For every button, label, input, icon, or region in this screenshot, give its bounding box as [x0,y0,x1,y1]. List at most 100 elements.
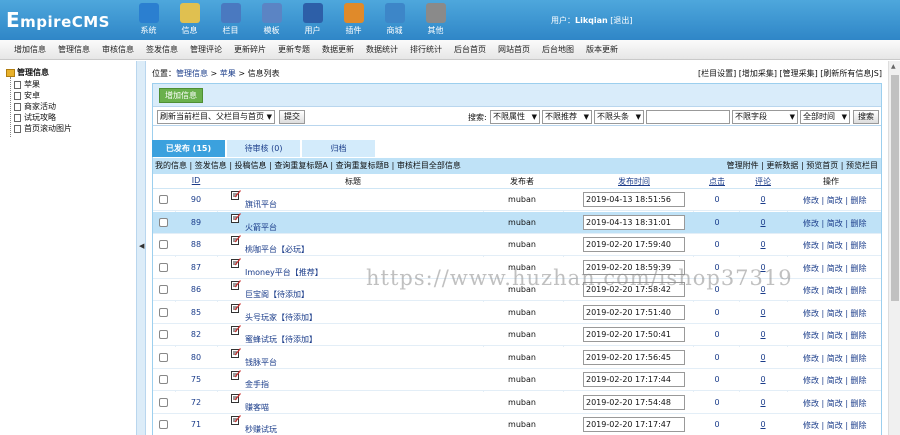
row-id[interactable]: 80 [183,353,209,362]
row-actions[interactable]: 修改 | 简改 | 删除 [803,285,867,296]
nav-item-3[interactable]: 模板 [251,1,292,36]
top-links[interactable]: [栏目设置] [增加采集] [管理采集] [刷新所有信息JS] [698,68,882,79]
search-input[interactable] [646,110,730,124]
col-comments[interactable]: 评论 [749,176,777,187]
list-toolbar-right[interactable]: 管理附件 | 更新数据 | 预览首页 | 预览栏目 [727,158,878,174]
row-id[interactable]: 75 [183,375,209,384]
menu-item[interactable]: 签发信息 [143,44,181,55]
headline-select[interactable]: 不限头条 ▼ [594,110,644,124]
row-id[interactable]: 87 [183,263,209,272]
row-actions[interactable]: 修改 | 简改 | 删除 [803,263,867,274]
edit-note-icon[interactable] [231,280,241,290]
row-title[interactable]: 金手指 [245,379,269,390]
row-actions[interactable]: 修改 | 简改 | 删除 [803,398,867,409]
search-button[interactable]: 搜索 [853,110,879,124]
row-title[interactable]: 巨宝阁【待添加】 [245,289,309,300]
row-id[interactable]: 89 [183,218,209,227]
row-time-field[interactable]: 2019-04-13 18:51:56 [583,192,685,207]
row-id[interactable]: 90 [183,195,209,204]
edit-note-icon[interactable] [231,347,241,358]
add-info-button[interactable]: 增加信息 [159,88,203,103]
edit-note-icon[interactable] [231,190,241,200]
row-title[interactable]: 钱脉平台 [245,357,277,368]
row-title[interactable]: 桃咖平台【必玩】 [245,244,309,255]
menu-item[interactable]: 审核信息 [99,44,137,55]
row-comments[interactable]: 0 [753,420,773,429]
scrollbar-thumb[interactable] [891,75,899,301]
sidebar-item[interactable]: 苹果 [14,79,40,90]
row-checkbox[interactable] [159,397,168,407]
row-title[interactable]: 旗讯平台 [245,199,277,210]
row-time-field[interactable]: 2019-02-20 17:56:45 [583,349,685,365]
crumb-link-manage[interactable]: 管理信息 [176,69,208,78]
menu-item[interactable]: 数据统计 [363,44,401,55]
nav-item-1[interactable]: 信息 [169,1,210,36]
row-checkbox[interactable] [159,375,168,384]
col-id[interactable]: ID [183,176,209,185]
nav-item-6[interactable]: 商城 [374,1,415,36]
row-title[interactable]: Imoney平台【推荐】 [245,267,323,278]
menu-item[interactable]: 网站首页 [495,44,533,55]
menu-item[interactable]: 更新碎片 [231,44,269,55]
row-checkbox[interactable] [159,262,168,272]
list-toolbar-left[interactable]: 我的信息 | 签发信息 | 投稿信息 | 查询重复标题A | 查询重复标题B |… [155,161,461,170]
row-title[interactable]: 蜜蜂试玩【待添加】 [245,334,317,345]
row-comments[interactable]: 0 [753,330,773,339]
nav-item-7[interactable]: 其他 [415,1,456,36]
row-actions[interactable]: 修改 | 简改 | 删除 [803,240,867,251]
row-comments[interactable]: 0 [753,353,773,362]
row-comments[interactable]: 0 [753,308,773,317]
tree-root[interactable]: 管理信息 [6,67,49,78]
row-actions[interactable]: 修改 | 简改 | 删除 [803,420,867,431]
row-checkbox[interactable] [159,285,168,294]
time-select[interactable]: 全部时间 ▼ [800,110,850,124]
row-comments[interactable]: 0 [753,218,773,227]
menu-item[interactable]: 后台首页 [451,44,489,55]
row-title[interactable]: 秒赚试玩 [245,424,277,435]
tab[interactable]: 待审核 (0) [227,140,300,157]
row-comments[interactable]: 0 [753,375,773,384]
row-id[interactable]: 86 [183,285,209,294]
row-checkbox[interactable] [159,195,168,204]
refresh-select[interactable]: 刷新当前栏目、父栏目与首页 ▼ [157,110,275,124]
row-actions[interactable]: 修改 | 简改 | 删除 [803,195,867,206]
menu-item[interactable]: 增加信息 [11,44,49,55]
menu-item[interactable]: 管理信息 [55,44,93,55]
menu-item[interactable]: 数据更新 [319,44,357,55]
row-time-field[interactable]: 2019-04-13 18:31:01 [583,214,685,230]
logout-link[interactable]: [退出] [610,16,632,25]
edit-note-icon[interactable] [231,370,241,380]
edit-note-icon[interactable] [231,392,241,403]
nav-item-4[interactable]: 用户 [292,1,333,36]
edit-note-icon[interactable] [231,415,241,425]
scroll-up-icon[interactable]: ▲ [891,63,896,70]
crumb-link-apple[interactable]: 苹果 [220,69,236,78]
row-comments[interactable]: 0 [753,240,773,249]
sidebar-item[interactable]: 试玩攻略 [14,112,56,123]
row-time-field[interactable]: 2019-02-20 17:59:40 [583,237,685,252]
col-clicks[interactable]: 点击 [703,176,731,187]
row-actions[interactable]: 修改 | 简改 | 删除 [803,375,867,386]
sidebar-item[interactable]: 首页滚动图片 [14,123,72,134]
row-comments[interactable]: 0 [753,195,773,204]
row-actions[interactable]: 修改 | 简改 | 删除 [803,330,867,341]
tab[interactable]: 归档 [302,140,375,157]
menu-item[interactable]: 管理评论 [187,44,225,55]
vertical-scrollbar[interactable]: ▲ [888,61,900,435]
edit-note-icon[interactable] [231,257,241,268]
field-select[interactable]: 不限字段 ▼ [732,110,798,124]
nav-item-0[interactable]: 系统 [128,1,169,36]
sidebar-item[interactable]: 安卓 [14,90,40,101]
row-id[interactable]: 72 [183,398,209,407]
edit-note-icon[interactable] [231,235,241,245]
row-checkbox[interactable] [159,420,168,429]
collapse-arrow-icon[interactable]: ◀ [139,242,144,250]
row-time-field[interactable]: 2019-02-20 17:17:44 [583,372,685,387]
tab[interactable]: 已发布 (15) [152,140,225,157]
submit-button[interactable]: 提交 [279,110,305,124]
menu-item[interactable]: 更新专题 [275,44,313,55]
row-id[interactable]: 85 [183,308,209,317]
row-checkbox[interactable] [159,330,168,339]
row-actions[interactable]: 修改 | 简改 | 删除 [803,353,867,364]
menu-item[interactable]: 排行统计 [407,44,445,55]
